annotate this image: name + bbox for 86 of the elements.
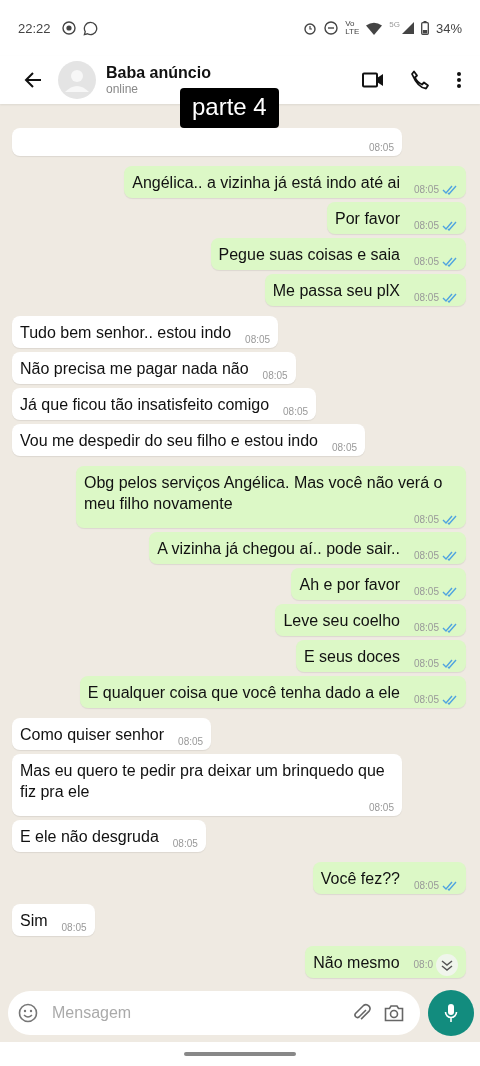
message-text: Vou me despedir do seu filho e estou indo xyxy=(20,431,318,451)
message-text: Você fez?? xyxy=(320,869,400,889)
message-bubble[interactable]: E seus doces 08:05 xyxy=(295,640,466,672)
microphone-button[interactable] xyxy=(428,990,474,1036)
contact-status: online xyxy=(106,82,140,96)
message-bubble[interactable]: Obg pelos serviços Angélica. Mas você não verá o meu filho novamente 08:05 xyxy=(76,466,466,528)
message-text: Tudo bem senhor.. estou indo xyxy=(20,323,232,343)
message-text: Por favor xyxy=(335,209,400,229)
do-not-disturb-icon xyxy=(324,21,339,35)
message-text: Pegue suas coisas e saia xyxy=(218,245,400,265)
message-text: Como quiser senhor xyxy=(20,725,165,745)
message-time: 08:05 xyxy=(332,442,357,454)
battery-percent: 34% xyxy=(435,20,462,36)
emoji-icon[interactable] xyxy=(18,1003,38,1023)
message-bubble[interactable]: Não mesmo 08:0 xyxy=(305,946,466,978)
more-options-icon[interactable] xyxy=(456,71,462,89)
message-time: 08:05 xyxy=(262,370,288,382)
message-time: 08:05 xyxy=(413,184,439,196)
phone-icon[interactable] xyxy=(410,70,430,90)
message-text: A vizinha já chegou aí.. pode sair.. xyxy=(157,539,400,559)
message-text: Não mesmo xyxy=(313,953,400,973)
message-bubble[interactable]: Como quiser senhor 08:05 xyxy=(12,718,212,750)
back-arrow-icon[interactable] xyxy=(24,71,42,89)
message-input[interactable]: Mensagem xyxy=(50,1003,340,1023)
message-text: Não precisa me pagar nada não xyxy=(20,359,249,379)
message-time: 08:05 xyxy=(413,622,439,634)
signal-icon xyxy=(401,22,414,34)
message-time: 08:05 xyxy=(368,802,394,814)
message-bubble[interactable]: Já que ficou tão insatisfeito comigo 08:05 xyxy=(12,388,317,420)
message-bubble[interactable]: E ele não desgruda 08:05 xyxy=(12,820,206,852)
message-text: Ah e por favor xyxy=(299,575,400,595)
message-time: 08:05 xyxy=(413,586,439,598)
message-time: 08:05 xyxy=(245,334,271,346)
message-time: 08:05 xyxy=(413,292,439,304)
contact-name[interactable]: Baba anúncio xyxy=(106,64,336,82)
message-text: Já que ficou tão insatisfeito comigo xyxy=(20,395,270,415)
message-bubble[interactable]: Vou me despedir do seu filho e estou indo 08:05 xyxy=(12,424,365,456)
message-bubble[interactable]: Tudo bem senhor.. estou indo 08:05 xyxy=(12,316,279,348)
message-time: 08:05 xyxy=(413,256,439,268)
message-time: 08:05 xyxy=(172,838,198,850)
message-bubble[interactable]: Você fez?? 08:05 xyxy=(312,862,466,894)
message-bubble[interactable]: Angélica.. a vizinha já está indo até ai 08:05 xyxy=(124,166,466,198)
message-text: E ele não desgruda xyxy=(20,827,159,847)
message-time: 08:0 xyxy=(413,959,433,971)
message-time: 08:05 xyxy=(413,514,439,526)
network-label: 5G xyxy=(389,20,400,29)
message-bubble[interactable]: Me passa seu plX 08:05 xyxy=(264,274,466,306)
message-time: 08:05 xyxy=(413,658,439,670)
video-caption: parte 4 xyxy=(180,88,279,128)
message-text: Me passa seu plX xyxy=(272,281,400,301)
message-text: Obg pelos serviços Angélica. Mas você não verá o meu filho novamente xyxy=(84,473,444,514)
message-time: 08:05 xyxy=(413,694,439,706)
message-bubble[interactable]: Por favor 08:05 xyxy=(327,202,466,234)
microphone-icon xyxy=(444,1003,458,1023)
message-bubble[interactable]: Sim 08:05 xyxy=(12,904,95,936)
camera-icon[interactable] xyxy=(384,1004,404,1022)
message-bubble[interactable]: Não precisa me pagar nada não 08:05 xyxy=(12,352,296,384)
message-bubble[interactable]: Ah e por favor 08:05 xyxy=(291,568,466,600)
volte-label: Vo xyxy=(345,20,356,28)
message-bubble[interactable]: E qualquer coisa que você tenha dado a ele 08:05 xyxy=(79,676,466,708)
alarm-icon xyxy=(303,21,318,35)
message-text: Mas eu quero te pedir pra deixar um brinquedo que fiz pra ele xyxy=(20,761,386,802)
record-icon xyxy=(61,21,76,35)
message-bubble[interactable]: A vizinha já chegou aí.. pode sair.. 08:05 xyxy=(149,532,466,564)
message-text: E seus doces xyxy=(303,647,400,667)
volte-label: LTE xyxy=(345,28,360,36)
message-text: E qualquer coisa que você tenha dado a ele xyxy=(87,683,400,703)
message-time: 08:05 xyxy=(368,142,394,154)
message-time: 08:05 xyxy=(61,922,87,934)
wifi-icon xyxy=(366,21,383,35)
message-field[interactable]: Mensagem xyxy=(8,991,420,1035)
message-time: 08:05 xyxy=(413,880,439,892)
message-time: 08:05 xyxy=(413,220,439,232)
message-time: 08:05 xyxy=(283,406,309,418)
status-time: 22:22 xyxy=(18,20,51,36)
message-bubble[interactable]: Leve seu coelho 08:05 xyxy=(275,604,466,636)
message-text: Sim xyxy=(20,911,48,931)
video-call-icon[interactable] xyxy=(362,72,384,88)
message-text: Angélica.. a vizinha já está indo até ai xyxy=(132,173,400,193)
message-bubble[interactable]: Mas eu quero te pedir pra deixar um brinquedo que fiz pra ele 08:05 xyxy=(12,754,402,816)
scroll-down-icon[interactable] xyxy=(436,954,458,976)
message-bubble[interactable]: Pegue suas coisas e saia 08:05 xyxy=(210,238,466,270)
message-time: 08:05 xyxy=(178,736,204,748)
battery-icon xyxy=(420,21,429,35)
message-text: Leve seu coelho xyxy=(283,611,400,631)
message-time: 08:05 xyxy=(413,550,439,562)
